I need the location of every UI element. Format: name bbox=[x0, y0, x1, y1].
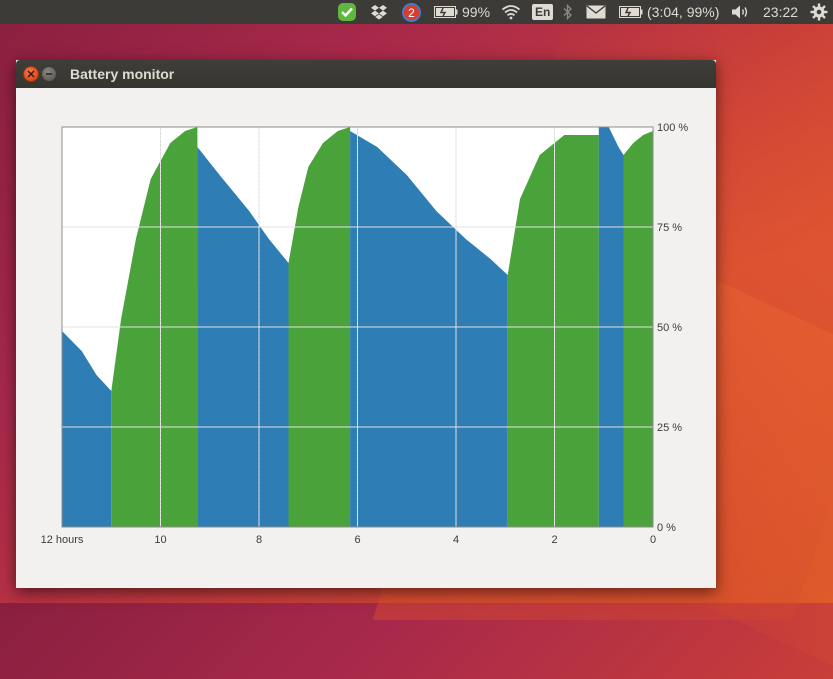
battery-percent: 99% bbox=[462, 4, 491, 20]
battery-monitor-window: Battery monitor 12 hours 10 8 6 4 2 0 0 % 25 % 5… bbox=[16, 60, 716, 588]
battery-time-remaining: (3:04, 99%) bbox=[647, 4, 720, 20]
charging-area-7 bbox=[623, 131, 653, 527]
battery-chart: 12 hours 10 8 6 4 2 0 0 % 25 % 50 % 75 % 100 % bbox=[41, 122, 689, 546]
keyboard-layout-indicator[interactable]: En bbox=[532, 0, 554, 24]
top-panel: 2 99% En (3:04, 99%) 23:22 bbox=[0, 0, 833, 24]
x-tick-label: 8 bbox=[256, 534, 262, 546]
keyboard-layout-label: En bbox=[532, 4, 554, 20]
x-axis-labels: 12 hours 10 8 6 4 2 0 bbox=[41, 534, 656, 546]
battery-icon bbox=[434, 6, 458, 18]
y-tick-label: 75 % bbox=[657, 222, 682, 234]
close-icon bbox=[27, 70, 35, 78]
bluetooth-icon[interactable] bbox=[563, 0, 573, 24]
battery-icon-2 bbox=[619, 6, 643, 18]
close-button[interactable] bbox=[23, 66, 39, 82]
x-tick-label: 4 bbox=[453, 534, 459, 546]
wifi-icon[interactable] bbox=[501, 0, 521, 24]
window-titlebar[interactable]: Battery monitor bbox=[16, 60, 716, 88]
x-tick-label: 10 bbox=[154, 534, 166, 546]
volume-icon[interactable] bbox=[731, 0, 751, 24]
y-tick-label: 100 % bbox=[657, 122, 688, 134]
sync-check-icon[interactable] bbox=[337, 0, 357, 24]
clock-time: 23:22 bbox=[763, 4, 799, 20]
x-tick-label: 12 hours bbox=[41, 534, 84, 546]
clock[interactable]: 23:22 bbox=[763, 0, 798, 24]
notification-badge: 2 bbox=[408, 5, 415, 19]
minimize-icon bbox=[46, 73, 52, 75]
x-tick-label: 2 bbox=[551, 534, 557, 546]
mail-icon[interactable] bbox=[586, 0, 606, 24]
minimize-button[interactable] bbox=[41, 66, 57, 82]
x-tick-label: 0 bbox=[650, 534, 656, 546]
notification-icon[interactable]: 2 bbox=[401, 0, 422, 24]
x-tick-label: 6 bbox=[354, 534, 360, 546]
settings-gear-icon[interactable] bbox=[810, 0, 828, 24]
y-axis-labels: 0 % 25 % 50 % 75 % 100 % bbox=[657, 122, 688, 534]
dropbox-icon[interactable] bbox=[370, 0, 388, 24]
y-tick-label: 0 % bbox=[657, 522, 676, 534]
battery-indicator[interactable]: 99% bbox=[434, 0, 490, 24]
y-tick-label: 50 % bbox=[657, 322, 682, 334]
window-title: Battery monitor bbox=[70, 66, 175, 82]
y-tick-label: 25 % bbox=[657, 422, 682, 434]
battery-indicator-2[interactable]: (3:04, 99%) bbox=[619, 0, 719, 24]
